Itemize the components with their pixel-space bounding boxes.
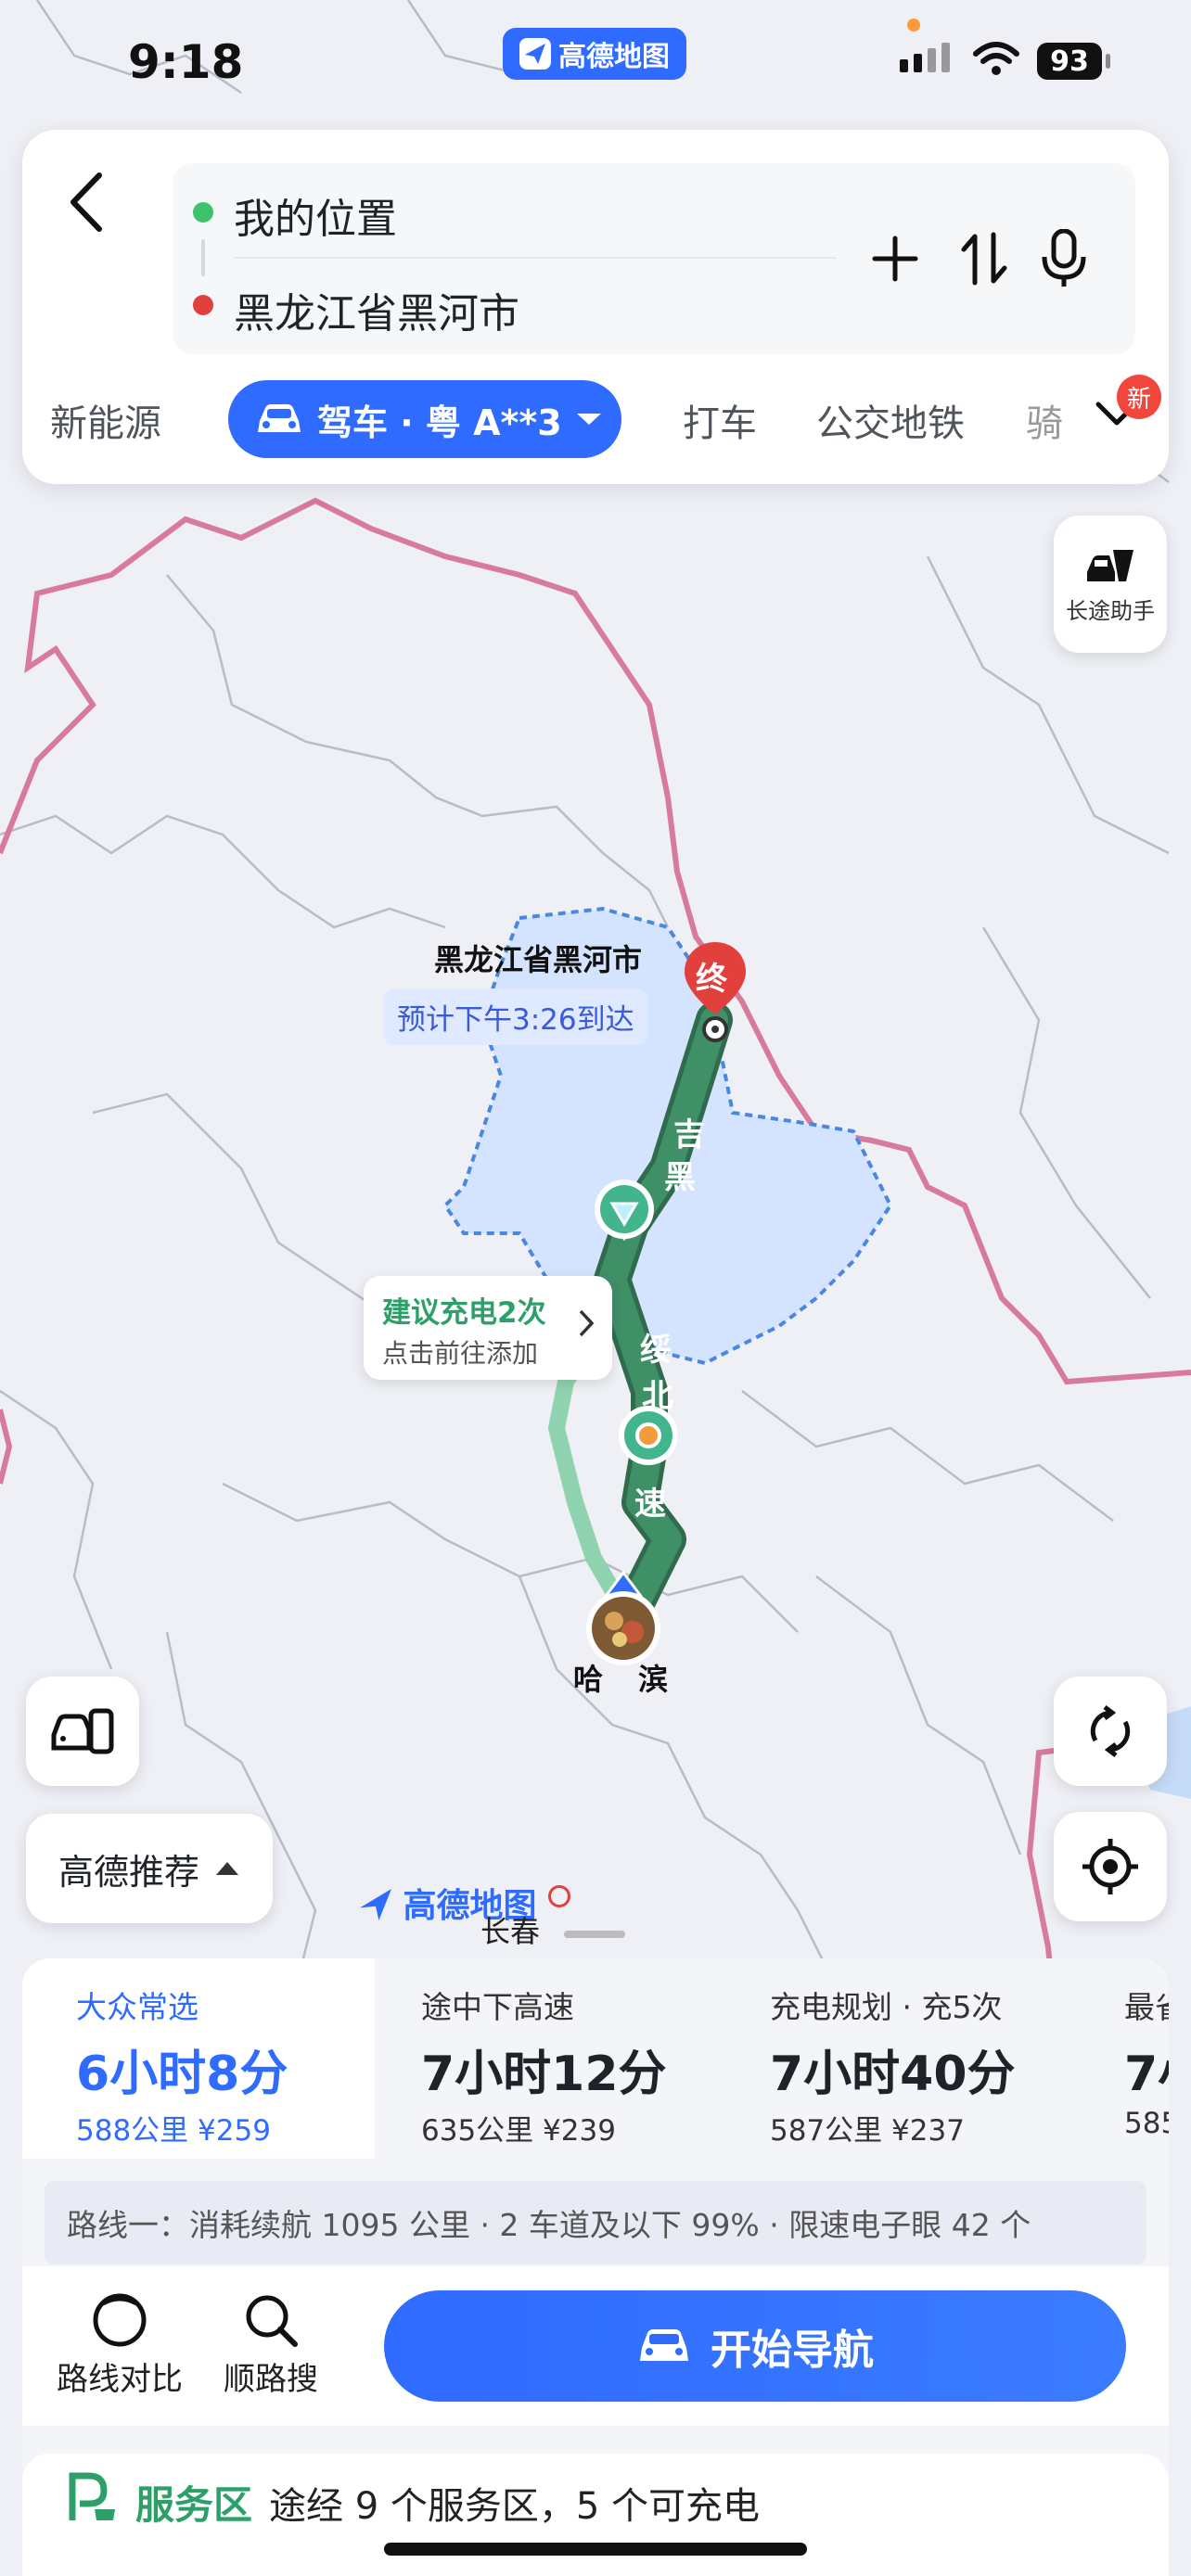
destination-dot — [193, 295, 213, 315]
tab-taxi[interactable]: 打车 — [683, 393, 757, 447]
tab-transit[interactable]: 公交地铁 — [816, 393, 965, 447]
charge-suggestion-tip[interactable]: 建议充电2次 点击前往添加 — [364, 1276, 612, 1380]
refresh-icon — [1090, 1705, 1131, 1757]
caret-down-icon — [576, 414, 601, 425]
wifi-icon — [973, 42, 1019, 75]
car-phone-icon — [51, 1708, 114, 1754]
signal-icon — [900, 43, 950, 72]
route-option-time: 6小时8分 — [76, 2047, 288, 2102]
logo-dot-icon — [548, 1885, 571, 1907]
route-option-meta: 585 — [1124, 2107, 1169, 2140]
tab-ride[interactable]: 骑 — [1026, 393, 1063, 447]
route-option-title: 充电规划 · 充5次 — [770, 1989, 1003, 2025]
along-route-search-button[interactable]: 顺路搜 — [215, 2290, 327, 2399]
city-label-changchun: 长春 — [480, 1914, 541, 1949]
route-option-time: 7小时12分 — [421, 2047, 667, 2102]
new-badge: 新 — [1117, 375, 1161, 419]
route-option-meta: 635公里 ¥239 — [421, 2114, 616, 2148]
plus-icon — [872, 236, 918, 282]
service-area-label: 服务区 — [135, 2482, 253, 2528]
route-connector — [201, 239, 205, 276]
origin-dot — [193, 202, 213, 223]
route-option-1[interactable]: 大众常选 6小时8分 588公里 ¥259 — [22, 1958, 375, 2159]
add-waypoint-button[interactable] — [863, 226, 928, 291]
origin-city-left: 哈 — [573, 1662, 604, 1697]
service-area-marker[interactable] — [616, 1404, 681, 1476]
service-area-icon — [619, 1406, 678, 1465]
route-option-title: 途中下高速 — [421, 1989, 574, 2025]
route-option-3[interactable]: 充电规划 · 充5次 7小时40分 587公里 ¥237 — [770, 1958, 1085, 2159]
battery-indicator: 93 — [1037, 43, 1102, 80]
service-area-p-icon — [69, 2472, 115, 2520]
swap-icon — [961, 232, 1007, 286]
route-compare-button[interactable]: 路线对比 — [52, 2290, 187, 2399]
amap-logo-icon — [519, 38, 551, 70]
start-navigation-label: 开始导航 — [711, 2327, 874, 2374]
battery-tip — [1106, 54, 1110, 69]
route-option-time: 7小时40分 — [770, 2047, 1016, 2102]
back-button[interactable] — [61, 165, 111, 239]
route-option-2[interactable]: 途中下高速 7小时12分 635公里 ¥239 — [421, 1958, 736, 2159]
destination-label: 黑龙江省黑河市 — [434, 942, 643, 977]
sheet-handle[interactable] — [564, 1931, 625, 1938]
home-indicator[interactable] — [384, 2543, 807, 2556]
recommend-label: 高德推荐 — [58, 1851, 199, 1893]
status-time: 9:18 — [128, 35, 244, 89]
origin-field[interactable]: 我的位置 — [234, 185, 397, 245]
tab-drive[interactable]: 驾车 · 粤 A**3 — [228, 380, 621, 458]
charge-tip-subtitle: 点击前往添加 — [382, 1338, 539, 1369]
search-icon — [246, 2295, 298, 2347]
caret-up-icon — [216, 1862, 238, 1875]
tab-new-energy[interactable]: 新能源 — [50, 393, 161, 447]
road-char-3: 绥 — [640, 1332, 672, 1369]
car-flag-icon — [1087, 549, 1133, 581]
chevron-right-icon — [579, 1309, 595, 1337]
app-indicator-label: 高德地图 — [558, 41, 670, 73]
route-option-time: 7小 — [1124, 2047, 1169, 2102]
road-char-1: 吉 — [673, 1116, 705, 1154]
recommend-filter-button[interactable]: 高德推荐 — [26, 1814, 273, 1923]
origin-city-right: 滨 — [638, 1662, 669, 1697]
car-phone-button[interactable] — [26, 1677, 139, 1786]
route-compare-icon — [93, 2293, 147, 2347]
route-option-title: 大众常选 — [76, 1989, 198, 2025]
charging-station-icon — [595, 1180, 654, 1241]
route-option-4[interactable]: 最省 7小 585 — [1124, 1958, 1169, 2159]
crosshair-icon — [1082, 1839, 1138, 1894]
end-pin[interactable]: 终 — [683, 940, 748, 1046]
privacy-dot — [907, 19, 920, 32]
input-divider — [234, 257, 837, 259]
road-char-2: 黑 — [664, 1159, 696, 1196]
eta-label: 预计下午3:26到达 — [384, 988, 647, 1045]
microphone-icon — [1042, 229, 1086, 287]
route-detail-bar: 路线一：消耗续航 1095 公里 · 2 车道及以下 99% · 限速电子眼 4… — [45, 2181, 1146, 2264]
swap-route-button[interactable] — [952, 226, 1017, 291]
route-option-title: 最省 — [1124, 1989, 1169, 2025]
chevron-left-icon — [70, 172, 102, 232]
road-char-5: 速 — [634, 1486, 666, 1523]
charge-tip-title: 建议充电2次 — [382, 1296, 546, 1330]
end-pin-label: 终 — [696, 961, 727, 998]
along-route-search-label: 顺路搜 — [224, 2361, 318, 2398]
charging-station-marker[interactable] — [592, 1178, 657, 1256]
route-compare-label: 路线对比 — [57, 2361, 183, 2398]
start-navigation-button[interactable]: 开始导航 — [384, 2290, 1126, 2402]
app-indicator-pill[interactable]: 高德地图 — [503, 28, 686, 80]
voice-input-button[interactable] — [1031, 226, 1096, 291]
refresh-route-button[interactable] — [1054, 1677, 1167, 1786]
long-trip-helper-label: 长途助手 — [1066, 597, 1155, 624]
destination-field[interactable]: 黑龙江省黑河市 — [234, 280, 519, 339]
service-area-summary: 途经 9 个服务区，5 个可充电 — [269, 2485, 761, 2528]
car-icon — [640, 2329, 688, 2361]
route-option-meta: 588公里 ¥259 — [76, 2114, 271, 2148]
route-option-meta: 587公里 ¥237 — [770, 2114, 965, 2148]
amap-logo-icon — [360, 1889, 391, 1920]
car-icon — [258, 404, 301, 432]
tab-drive-label: 驾车 · 粤 A**3 — [317, 402, 562, 443]
locate-me-button[interactable] — [1054, 1812, 1167, 1921]
long-trip-helper-button[interactable]: 长途助手 — [1054, 516, 1167, 653]
